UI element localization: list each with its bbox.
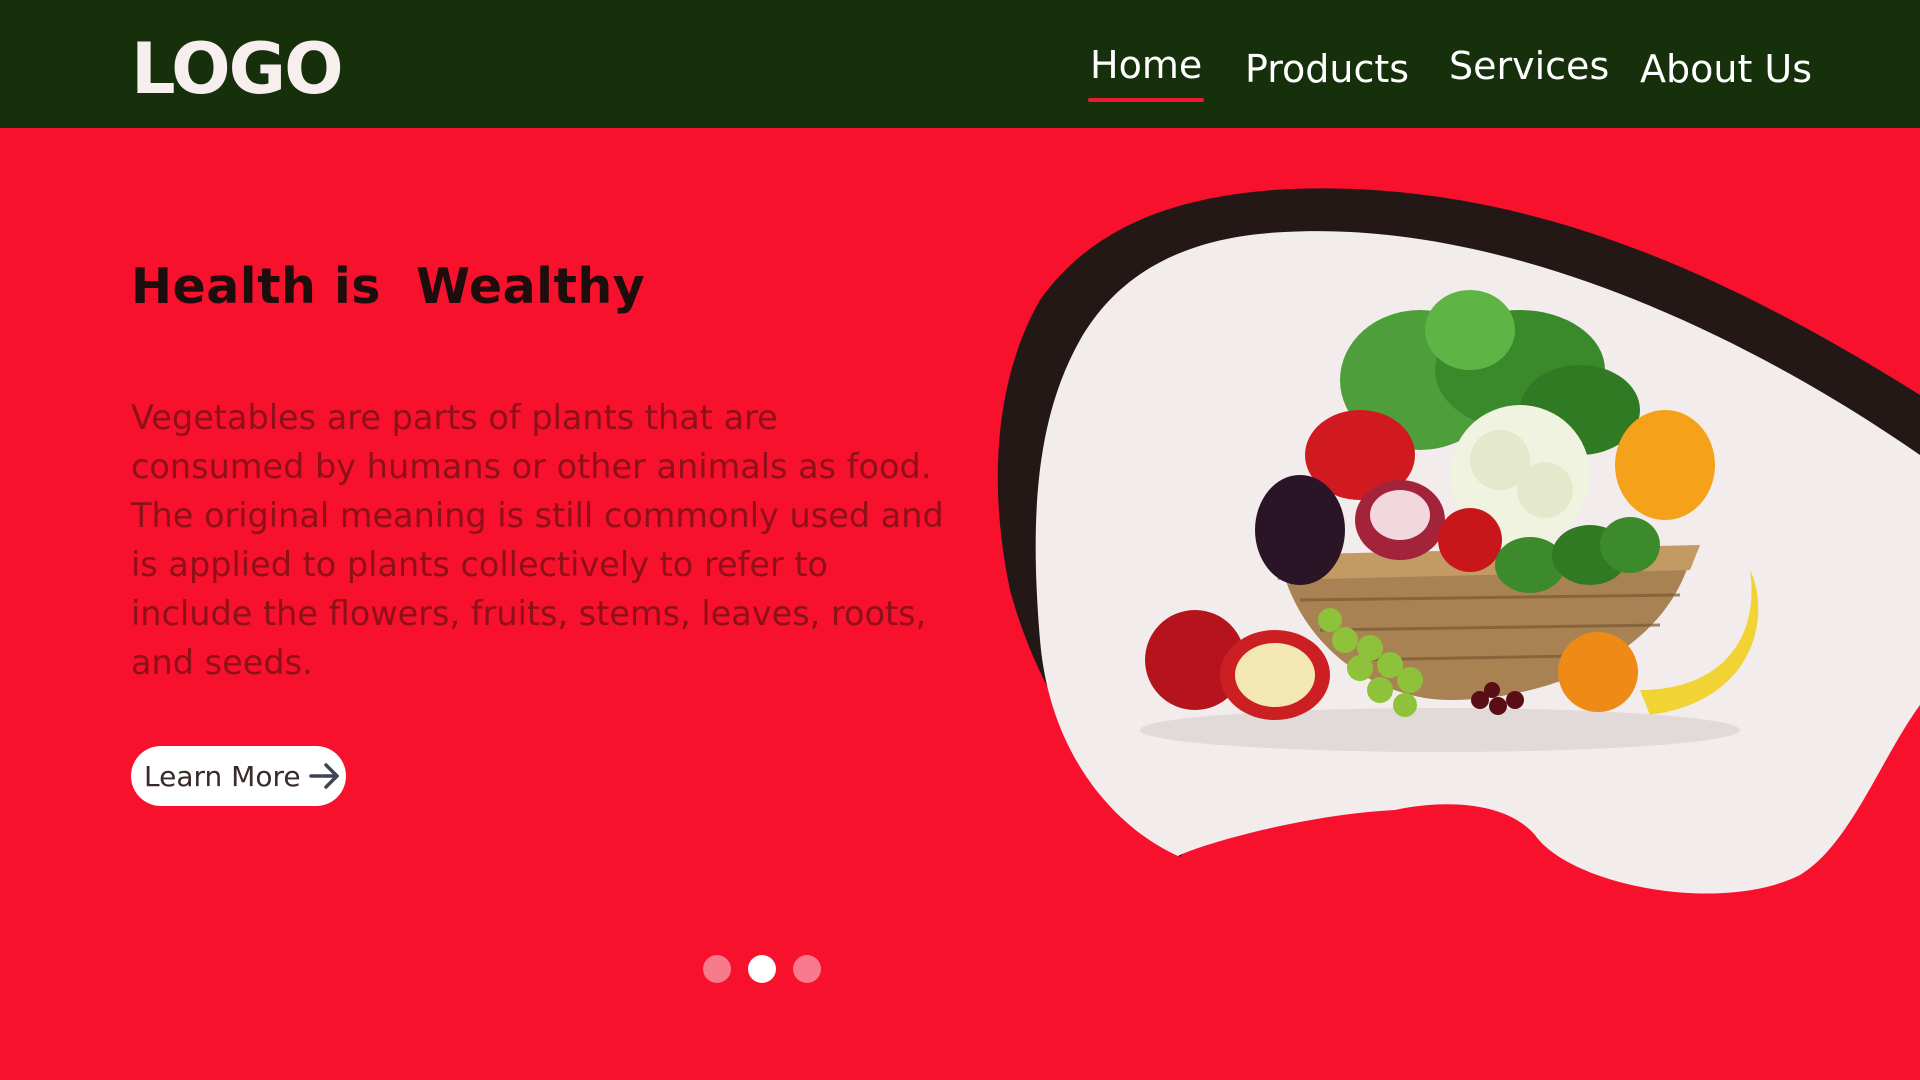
blob-shadow	[997, 188, 1920, 857]
landing-page: LOGO Home Products Services About Us Hea…	[0, 0, 1920, 1080]
nav-about-us[interactable]: About Us	[1640, 42, 1812, 96]
blob-fill	[1035, 231, 1920, 894]
arrow-right-icon	[308, 763, 339, 789]
learn-more-label: Learn More	[144, 759, 301, 793]
hero-title: Health is Wealthy	[131, 258, 646, 315]
learn-more-button[interactable]: Learn More	[131, 746, 346, 806]
site-header: LOGO Home Products Services About Us	[0, 0, 1920, 128]
nav-products[interactable]: Products	[1245, 42, 1409, 96]
carousel-dot-2[interactable]	[748, 955, 776, 983]
nav-services[interactable]: Services	[1449, 39, 1609, 93]
carousel-dot-3[interactable]	[793, 955, 821, 983]
hero-description: Vegetables are parts of plants that are …	[131, 398, 944, 682]
vegetable-basket-image	[1145, 290, 1759, 720]
logo[interactable]: LOGO	[131, 24, 344, 114]
carousel-dot-1[interactable]	[703, 955, 731, 983]
carousel-dots	[703, 955, 821, 983]
nav-home[interactable]: Home	[1087, 38, 1205, 102]
